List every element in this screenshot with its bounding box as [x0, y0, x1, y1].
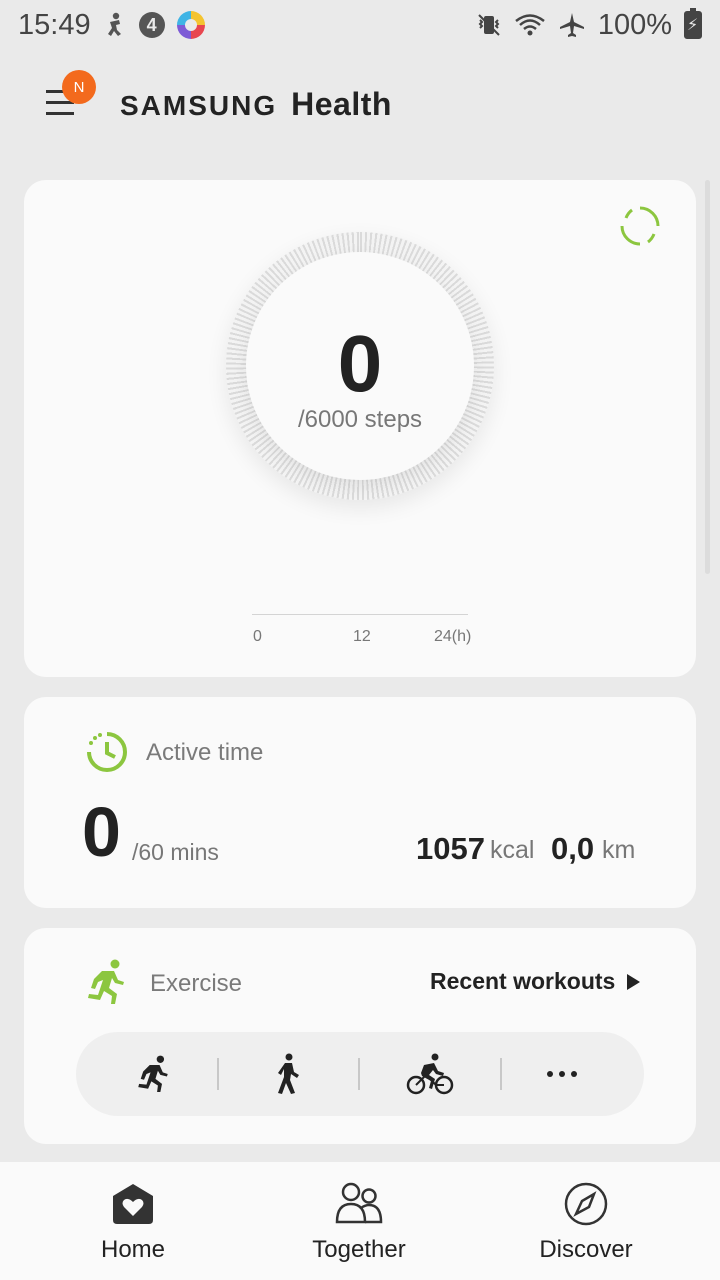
steps-goal: /6000 steps [297, 406, 423, 433]
people-icon [335, 1182, 383, 1224]
status-time: 15:49 [18, 8, 91, 41]
status-bar: 15:49 4 100% [0, 0, 720, 50]
scrollbar[interactable] [705, 180, 710, 574]
status-left: 15:49 4 [18, 9, 205, 42]
nav-home[interactable]: Home [43, 1180, 223, 1264]
home-heart-icon [113, 1184, 153, 1224]
divider [217, 1058, 219, 1090]
running-icon[interactable] [125, 1046, 181, 1102]
divider [358, 1058, 360, 1090]
steps-count: 0 [337, 319, 383, 408]
chart-tick: 24(h) [434, 628, 472, 645]
exercise-card[interactable]: Exercise Recent workouts [24, 928, 696, 1144]
app-header: N SAMSUNG Health [0, 64, 720, 144]
steps-ring: 0 [226, 232, 494, 500]
notification-badge: N [62, 70, 96, 104]
running-man-icon [88, 959, 124, 1004]
nav-home-label: Home [100, 1236, 166, 1263]
cycling-icon[interactable] [402, 1046, 458, 1102]
active-time-goal: /60 mins [132, 839, 219, 865]
brand-logo: SAMSUNG Health [120, 86, 392, 123]
recent-workouts-link[interactable]: Recent workouts [430, 968, 641, 995]
battery-charging-icon [684, 8, 702, 39]
accessibility-icon [103, 12, 127, 38]
recent-workouts-label: Recent workouts [430, 968, 616, 994]
menu-line [46, 112, 74, 115]
compass-icon [564, 1182, 608, 1226]
nav-together[interactable]: Together [269, 1180, 449, 1264]
colorful-app-icon [176, 11, 205, 39]
brand-samsung: SAMSUNG [120, 90, 278, 121]
steps-card[interactable]: 0 /6000 steps 0 12 24(h) [24, 180, 696, 677]
brand-health: Health [291, 86, 392, 122]
more-icon[interactable] [534, 1046, 590, 1102]
nav-discover[interactable]: Discover [496, 1180, 676, 1264]
active-time-card[interactable]: Active time 0 /60 mins 1057 kcal 0,0 km [24, 697, 696, 908]
distance-unit: km [602, 836, 636, 864]
kcal-value: 1057 [416, 831, 485, 866]
battery-percent: 100% [597, 8, 672, 41]
four-badge-icon: 4 [138, 12, 165, 38]
nav-discover-label: Discover [539, 1236, 633, 1263]
sync-icon[interactable] [618, 204, 662, 248]
steps-chart-axis [252, 614, 468, 615]
status-right: 100% [476, 8, 702, 42]
active-time-title: Active time [146, 739, 264, 766]
distance-value: 0,0 [551, 831, 595, 866]
chart-tick: 12 [353, 628, 371, 645]
airplane-icon [558, 11, 586, 39]
divider [500, 1058, 502, 1090]
timer-icon [87, 732, 127, 772]
workout-shortcuts [76, 1032, 644, 1116]
wifi-icon [514, 12, 546, 38]
exercise-title: Exercise [150, 970, 243, 997]
walking-icon[interactable] [260, 1046, 316, 1102]
vibrate-icon [476, 12, 502, 38]
play-arrow-icon [627, 973, 641, 990]
active-time-value: 0 [82, 793, 121, 871]
bottom-navigation: Home Together Discover [0, 1162, 720, 1280]
chart-tick: 0 [253, 628, 262, 645]
nav-together-label: Together [312, 1236, 406, 1263]
kcal-unit: kcal [490, 836, 535, 864]
